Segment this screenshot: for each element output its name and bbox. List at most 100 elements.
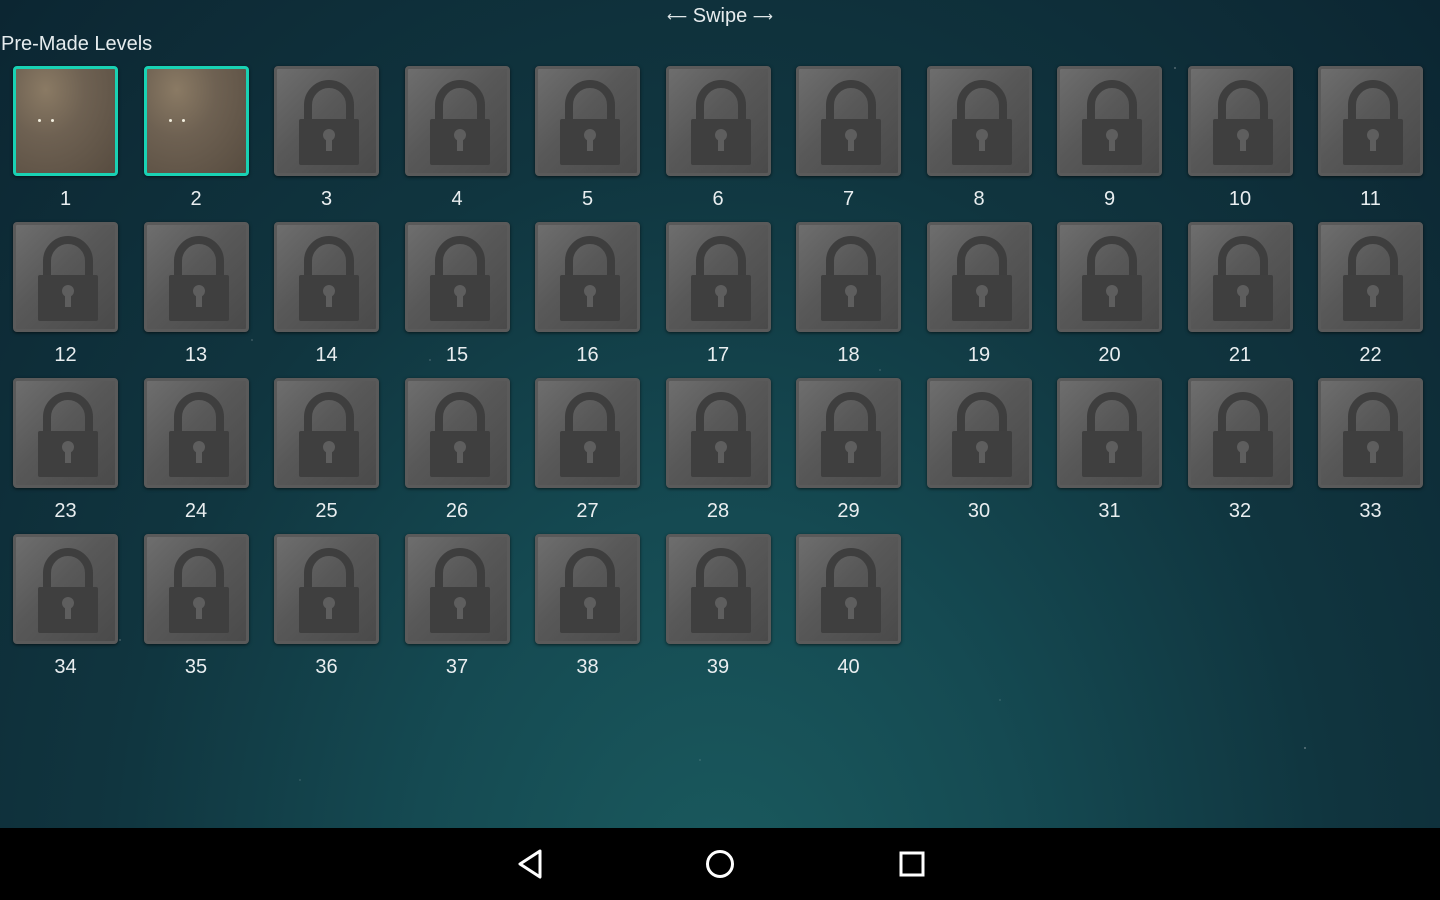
level-tile[interactable]: 24 xyxy=(143,378,249,534)
lock-icon xyxy=(38,548,98,633)
locked-level-thumbnail xyxy=(404,222,510,332)
level-tile[interactable]: 15 xyxy=(404,222,510,378)
level-tile[interactable]: 13 xyxy=(143,222,249,378)
level-tile[interactable]: 17 xyxy=(665,222,771,378)
level-number: 25 xyxy=(315,500,338,522)
locked-level-thumbnail xyxy=(796,378,901,488)
lock-icon xyxy=(560,80,620,165)
level-tile[interactable]: 7 xyxy=(796,66,901,222)
swipe-label: Swipe xyxy=(692,5,748,27)
level-tile[interactable]: 28 xyxy=(665,378,771,534)
level-tile[interactable]: 2 xyxy=(143,66,249,222)
level-number: 27 xyxy=(576,500,599,522)
locked-level-thumbnail xyxy=(926,222,1032,332)
level-tile[interactable]: 34 xyxy=(13,534,118,690)
level-tile[interactable]: 23 xyxy=(13,378,118,534)
level-tile[interactable]: 29 xyxy=(796,378,901,534)
lock-icon xyxy=(38,392,98,477)
locked-level-thumbnail xyxy=(926,66,1032,176)
level-tile[interactable]: 38 xyxy=(535,534,640,690)
level-number: 23 xyxy=(54,500,77,522)
locked-level-thumbnail xyxy=(796,66,901,176)
level-tile[interactable]: 9 xyxy=(1057,66,1162,222)
lock-icon xyxy=(821,392,881,477)
lock-icon xyxy=(690,236,751,321)
level-tile[interactable]: 26 xyxy=(404,378,510,534)
level-tile[interactable]: 32 xyxy=(1187,378,1293,534)
level-tile[interactable]: 39 xyxy=(665,534,771,690)
lock-icon xyxy=(951,392,1012,477)
level-tile[interactable]: 12 xyxy=(13,222,118,378)
level-tile[interactable]: 8 xyxy=(926,66,1032,222)
level-number: 30 xyxy=(967,500,991,522)
lock-icon xyxy=(1343,236,1403,321)
locked-level-thumbnail xyxy=(143,222,249,332)
level-tile[interactable]: 20 xyxy=(1057,222,1162,378)
lock-icon xyxy=(690,548,751,633)
level-tile[interactable]: 40 xyxy=(796,534,901,690)
locked-level-thumbnail xyxy=(1318,222,1423,332)
locked-level-thumbnail xyxy=(143,378,249,488)
level-tile[interactable]: 18 xyxy=(796,222,901,378)
lock-icon xyxy=(299,80,359,165)
lock-icon xyxy=(299,236,359,321)
level-tile[interactable]: 3 xyxy=(274,66,379,222)
lock-icon xyxy=(821,548,881,633)
level-tile[interactable]: 5 xyxy=(535,66,640,222)
locked-level-thumbnail xyxy=(404,66,510,176)
lock-icon xyxy=(38,236,98,321)
level-tile[interactable]: 16 xyxy=(535,222,640,378)
level-tile[interactable]: 21 xyxy=(1187,222,1293,378)
level-number: 14 xyxy=(315,344,338,366)
level-number: 39 xyxy=(706,656,730,678)
lock-icon xyxy=(1082,392,1142,477)
lock-icon xyxy=(429,80,490,165)
level-tile[interactable]: 1 xyxy=(13,66,118,222)
level-number: 29 xyxy=(837,500,860,522)
recents-button[interactable] xyxy=(892,846,932,882)
locked-level-thumbnail xyxy=(1187,66,1293,176)
level-tile[interactable]: 31 xyxy=(1057,378,1162,534)
level-tile[interactable]: 19 xyxy=(926,222,1032,378)
level-tile[interactable]: 27 xyxy=(535,378,640,534)
level-tile[interactable]: 36 xyxy=(274,534,379,690)
lock-icon xyxy=(168,548,229,633)
level-number: 17 xyxy=(706,344,730,366)
level-tile[interactable]: 4 xyxy=(404,66,510,222)
lock-icon xyxy=(1212,80,1273,165)
level-tile[interactable]: 6 xyxy=(665,66,771,222)
level-tile[interactable]: 11 xyxy=(1318,66,1423,222)
level-number: 16 xyxy=(576,344,599,366)
level-number: 8 xyxy=(973,188,985,210)
locked-level-thumbnail xyxy=(143,534,249,644)
level-number: 15 xyxy=(445,344,469,366)
lock-icon xyxy=(168,392,229,477)
locked-level-thumbnail xyxy=(274,66,379,176)
locked-level-thumbnail xyxy=(1057,222,1162,332)
level-tile[interactable]: 10 xyxy=(1187,66,1293,222)
level-tile[interactable]: 14 xyxy=(274,222,379,378)
right-arrow-icon: ⟶ xyxy=(752,8,773,25)
lock-icon xyxy=(1082,236,1142,321)
locked-level-thumbnail xyxy=(13,534,118,644)
locked-level-thumbnail xyxy=(13,222,118,332)
level-tile[interactable]: 37 xyxy=(404,534,510,690)
level-tile[interactable]: 30 xyxy=(926,378,1032,534)
locked-level-thumbnail xyxy=(535,378,640,488)
level-number: 4 xyxy=(451,188,463,210)
level-tile[interactable]: 25 xyxy=(274,378,379,534)
locked-level-thumbnail xyxy=(1318,66,1423,176)
level-tile[interactable]: 22 xyxy=(1318,222,1423,378)
level-number: 1 xyxy=(59,188,72,210)
level-number: 28 xyxy=(706,500,730,522)
locked-level-thumbnail xyxy=(535,66,640,176)
level-number: 9 xyxy=(1103,188,1116,210)
lock-icon xyxy=(560,236,620,321)
back-button[interactable] xyxy=(510,846,550,882)
level-number: 7 xyxy=(842,188,855,210)
locked-level-thumbnail xyxy=(665,378,771,488)
level-tile[interactable]: 33 xyxy=(1318,378,1423,534)
home-button[interactable] xyxy=(700,846,740,882)
level-tile[interactable]: 35 xyxy=(143,534,249,690)
lock-icon xyxy=(429,392,490,477)
